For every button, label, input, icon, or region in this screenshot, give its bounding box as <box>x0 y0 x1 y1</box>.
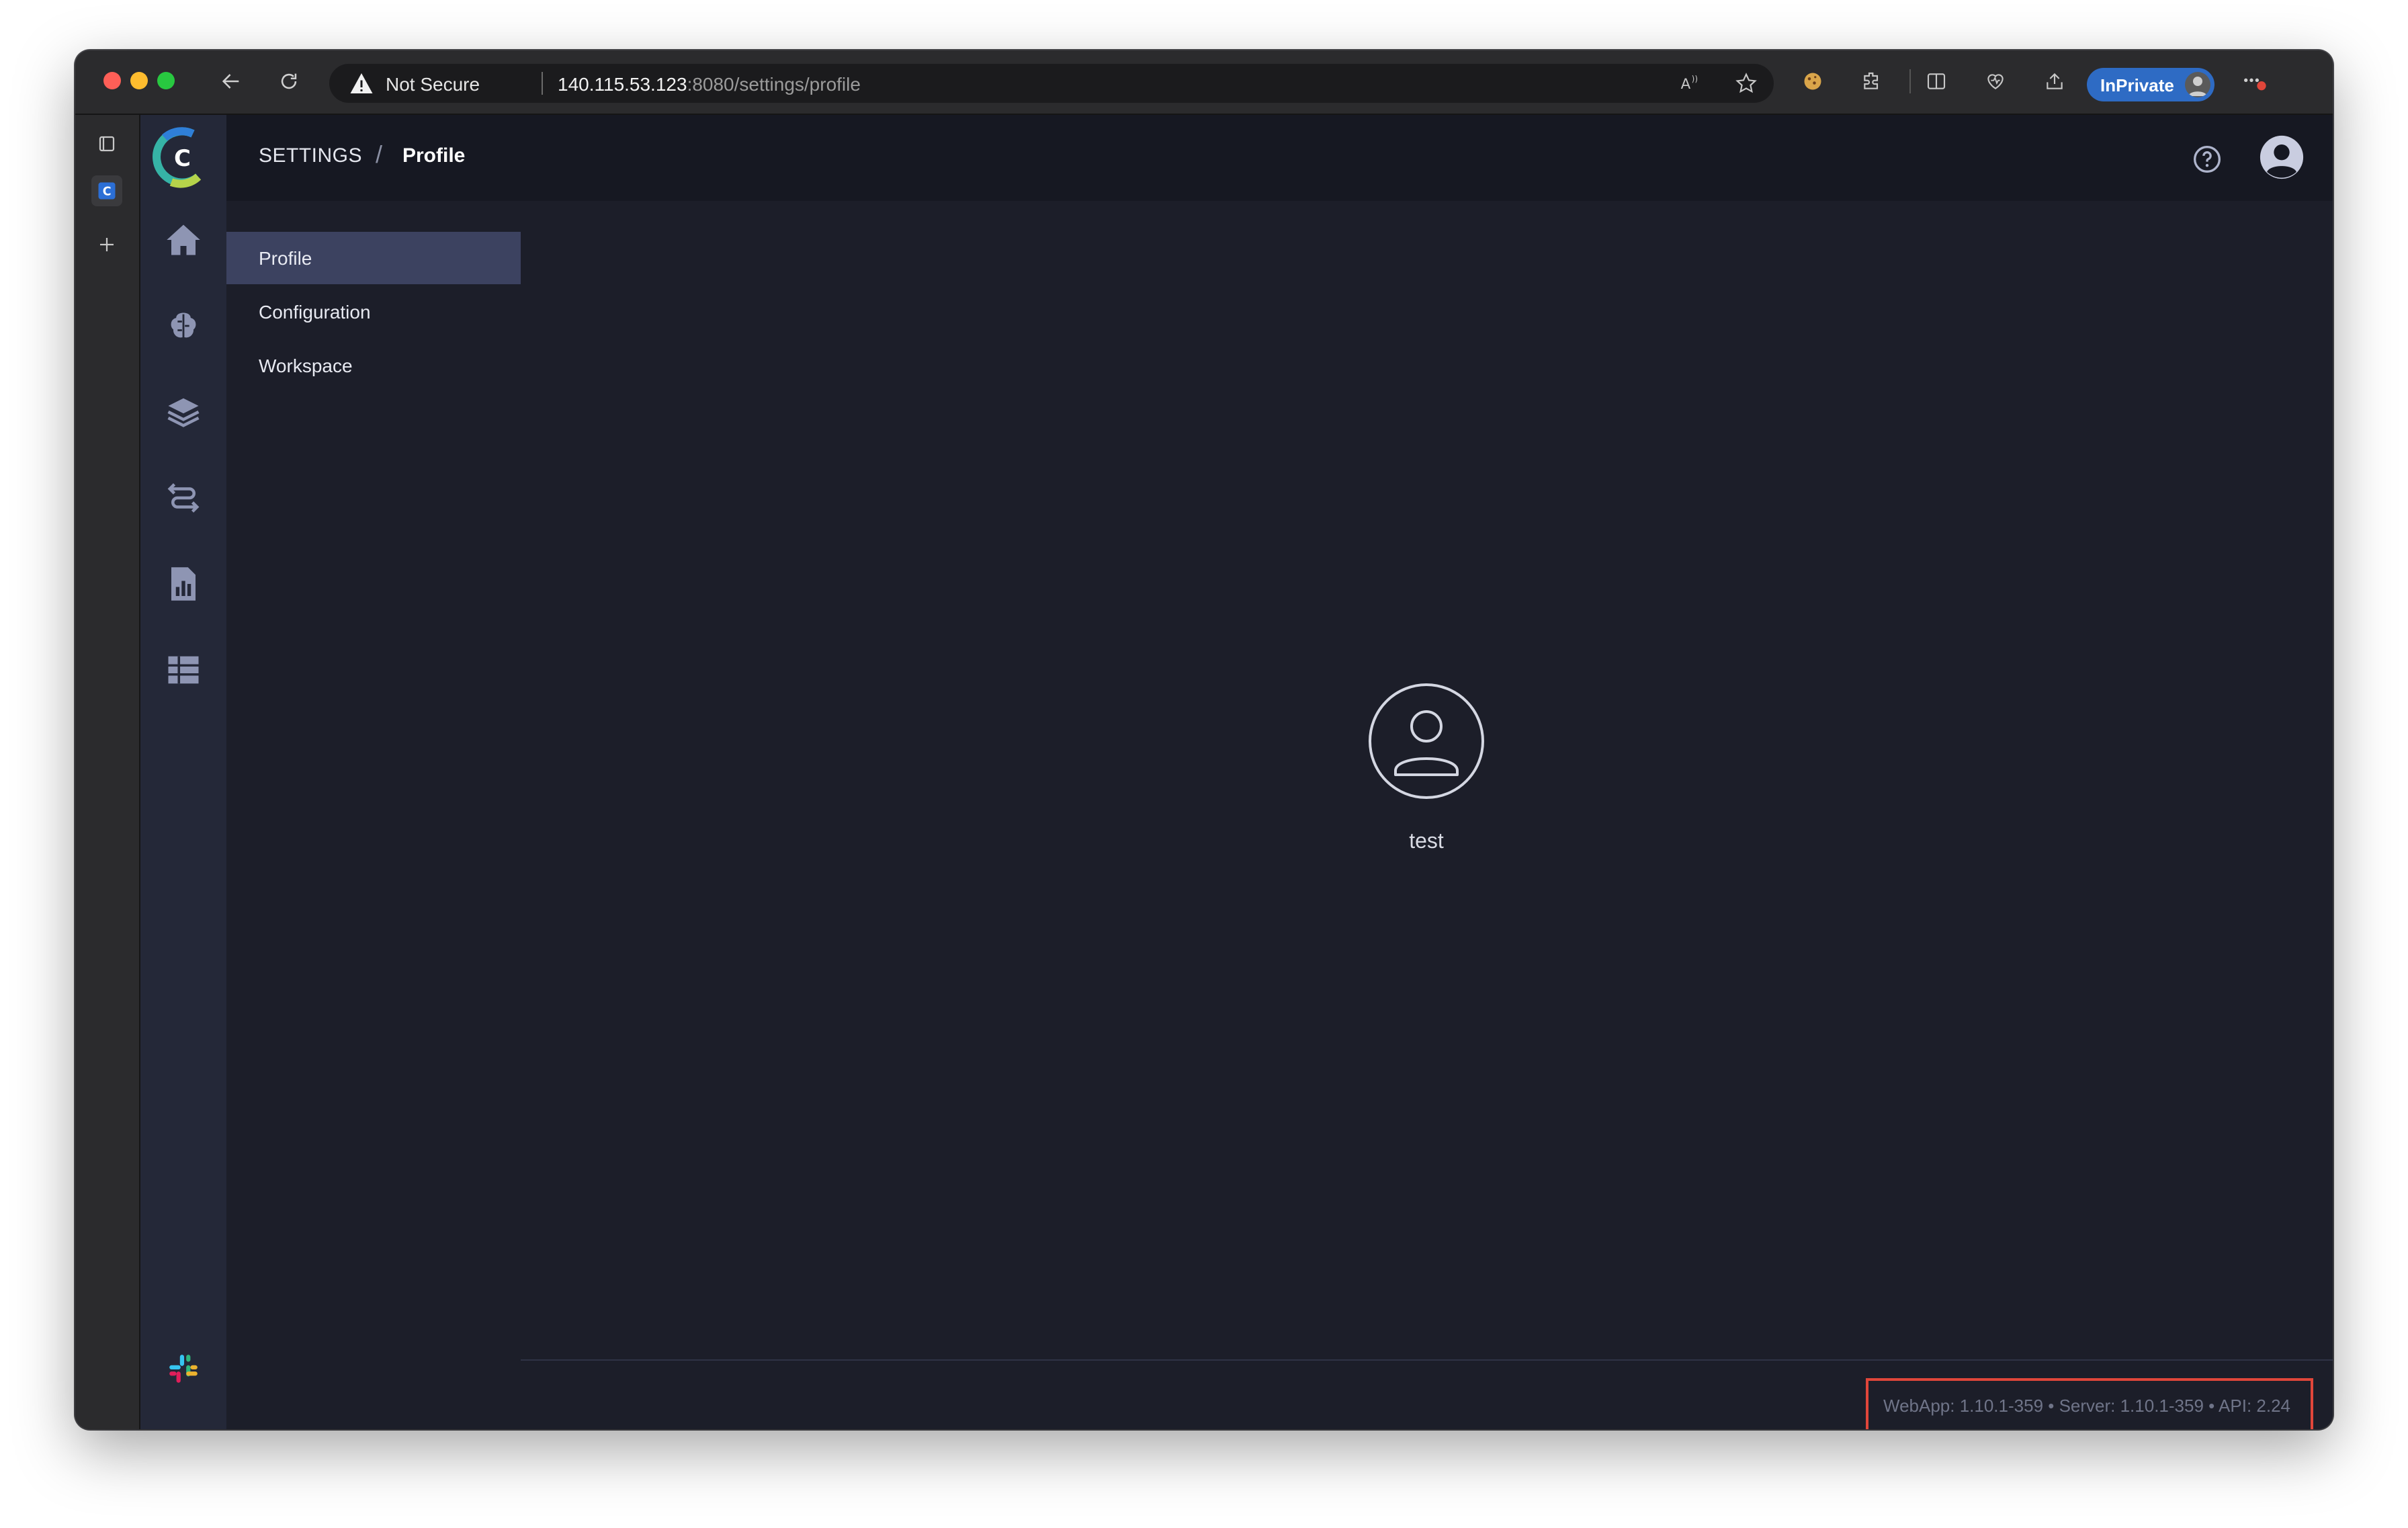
extensions-icon[interactable] <box>1857 67 1887 96</box>
address-divider <box>542 72 543 95</box>
cookie-extension-icon[interactable] <box>1798 67 1828 96</box>
inprivate-button[interactable]: InPrivate <box>2087 68 2214 101</box>
user-account-icon[interactable] <box>2258 134 2305 181</box>
version-info: WebApp: 1.10.1-359 • Server: 1.10.1-359 … <box>1883 1396 2290 1416</box>
favorite-star-icon[interactable] <box>1733 71 1759 96</box>
home-icon[interactable] <box>163 220 204 260</box>
app-root: C SETTINGS / Profile Profile Configurati… <box>140 115 2333 1429</box>
app-logo[interactable]: C <box>151 124 213 192</box>
help-icon[interactable] <box>2192 144 2222 174</box>
reports-icon[interactable] <box>163 564 204 604</box>
settings-menu: Profile Configuration Workspace <box>226 201 522 1429</box>
tab-actions-icon[interactable] <box>91 128 122 159</box>
back-icon[interactable] <box>216 67 246 96</box>
more-options-icon[interactable] <box>2240 67 2270 96</box>
vertical-tab-strip: C <box>75 115 140 1429</box>
browser-toolbar: Not Secure 140.115.53.123:8080/settings/… <box>75 50 2333 115</box>
profile-avatar-icon <box>1367 682 1486 800</box>
not-secure-label[interactable]: Not Secure <box>386 74 480 95</box>
svg-text:C: C <box>103 185 112 198</box>
profile-username: test <box>1409 829 1444 853</box>
browser-essentials-icon[interactable] <box>1981 67 2010 96</box>
browser-window: Not Secure 140.115.53.123:8080/settings/… <box>75 50 2333 1429</box>
read-aloud-icon[interactable]: A)) <box>1677 71 1703 96</box>
reload-icon[interactable] <box>274 67 304 96</box>
app-header: SETTINGS / Profile <box>226 115 2333 201</box>
layers-icon[interactable] <box>163 392 204 432</box>
address-path: :8080/settings/profile <box>687 74 861 95</box>
share-icon[interactable] <box>2040 67 2069 96</box>
address-host: 140.115.53.123 <box>558 74 687 95</box>
toolbar-divider <box>1909 69 1911 93</box>
slack-icon[interactable] <box>163 1349 204 1389</box>
version-info-highlight: WebApp: 1.10.1-359 • Server: 1.10.1-359 … <box>1866 1378 2313 1429</box>
minimize-window-button[interactable] <box>130 72 148 89</box>
pipelines-icon[interactable] <box>163 478 204 518</box>
active-tab-favicon[interactable]: C <box>91 175 122 206</box>
breadcrumb-separator: / <box>376 140 383 168</box>
add-tab-icon[interactable] <box>91 229 122 260</box>
settings-menu-label: Profile <box>259 248 312 269</box>
warning-icon[interactable] <box>349 72 374 98</box>
navigation-rail: C <box>140 115 226 1429</box>
address-url[interactable]: 140.115.53.123:8080/settings/profile <box>558 74 861 95</box>
settings-menu-label: Workspace <box>259 355 353 376</box>
profile-content: test WebApp: 1.10.1-359 • Server: 1.10.1… <box>521 201 2333 1429</box>
settings-menu-configuration[interactable]: Configuration <box>226 286 521 338</box>
svg-text:C: C <box>174 145 191 172</box>
close-window-button[interactable] <box>103 72 121 89</box>
profile-avatar-icon <box>2185 72 2210 97</box>
datasets-icon[interactable] <box>163 650 204 690</box>
svg-text:A: A <box>1681 76 1691 93</box>
address-bar[interactable]: Not Secure 140.115.53.123:8080/settings/… <box>329 64 1774 103</box>
breadcrumb-current: Profile <box>402 144 466 167</box>
settings-menu-profile[interactable]: Profile <box>226 232 521 284</box>
settings-menu-label: Configuration <box>259 302 371 323</box>
brain-icon[interactable] <box>163 306 204 346</box>
split-screen-icon[interactable] <box>1922 67 1951 96</box>
svg-text:)): )) <box>1692 74 1698 83</box>
breadcrumb-settings[interactable]: SETTINGS <box>259 144 362 167</box>
zoom-window-button[interactable] <box>157 72 175 89</box>
footer-divider <box>521 1359 2333 1361</box>
settings-menu-workspace[interactable]: Workspace <box>226 339 521 392</box>
inprivate-label: InPrivate <box>2100 75 2174 95</box>
